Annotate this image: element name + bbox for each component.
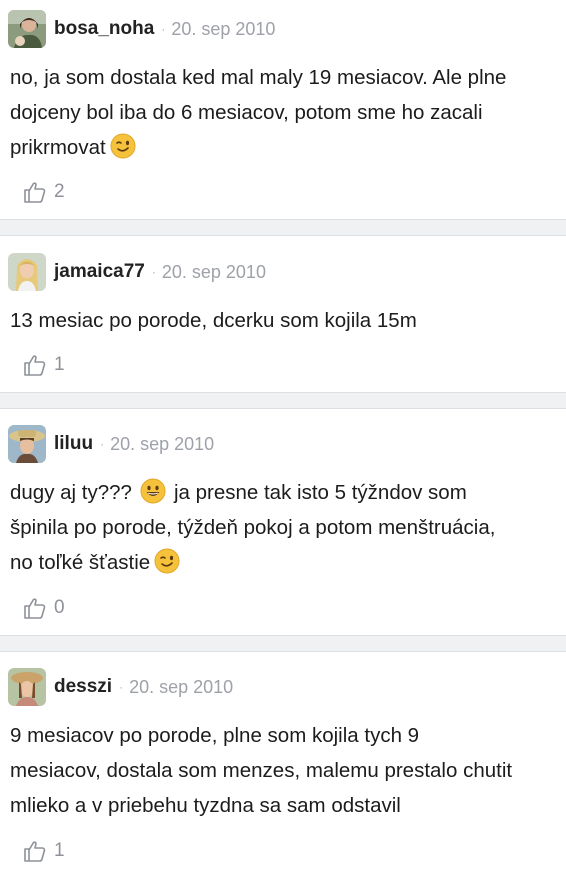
- comment-item: jamaica77 · 20. sep 2010 13 mesiac po po…: [0, 236, 566, 392]
- comment-text: 9 mesiacov po porode, plne som kojila ty…: [10, 718, 558, 823]
- comment-feed: bosa_noha · 20. sep 2010 no, ja som dost…: [0, 0, 566, 878]
- comment-text-line: no toľké šťastie: [10, 545, 558, 580]
- winking-face-icon: [154, 548, 180, 574]
- comment-text-line: dugy aj ty??? ja presne tak isto 5 týžndo…: [10, 475, 558, 510]
- comment-date: 20. sep 2010: [110, 433, 215, 454]
- comment-text: dugy aj ty??? ja presne tak isto 5 týžndo…: [10, 475, 558, 580]
- comment-text-line: 13 mesiac po porode, dcerku som kojila 1…: [10, 309, 417, 332]
- comment-divider: [0, 635, 566, 652]
- avatar[interactable]: [8, 253, 46, 291]
- comment-text-line: mlieko a v priebehu tyzdna sa sam odstav…: [10, 794, 401, 817]
- comment-divider: [0, 219, 566, 236]
- like-count: 1: [54, 840, 65, 861]
- comment-header: liluu · 20. sep 2010: [8, 425, 214, 463]
- winking-face-icon: [110, 133, 136, 159]
- comment-date: 20. sep 2010: [161, 261, 266, 282]
- comment-date: 20. sep 2010: [171, 18, 276, 39]
- like-button[interactable]: 2: [23, 180, 65, 204]
- username[interactable]: bosa_noha: [54, 18, 154, 40]
- comment-text-fragment: ja presne tak isto 5 týžndov som: [173, 481, 467, 504]
- like-button[interactable]: 1: [23, 839, 65, 863]
- like-button[interactable]: 0: [23, 596, 65, 620]
- comment-divider: [0, 392, 566, 409]
- separator-dot: ·: [161, 22, 166, 36]
- comment-text: no, ja som dostala ked mal maly 19 mesia…: [10, 60, 558, 165]
- separator-dot: ·: [100, 437, 105, 451]
- comment-item: liluu · 20. sep 2010 dugy aj ty??? ja pre…: [0, 409, 566, 635]
- like-button[interactable]: 1: [23, 353, 65, 377]
- thumbs-up-icon: [23, 839, 47, 863]
- comment-text-line: mesiacov, dostala som menzes, malemu pre…: [10, 759, 513, 782]
- avatar[interactable]: [8, 10, 46, 48]
- grinning-face-icon: [140, 478, 166, 504]
- thumbs-up-icon: [23, 596, 47, 620]
- comment-item: desszi · 20. sep 2010 9 mesiacov po poro…: [0, 652, 566, 878]
- comment-text-fragment: no toľké šťastie: [10, 551, 151, 574]
- comment-text-fragment: dugy aj ty???: [10, 481, 132, 504]
- comment-text-line: špinila po porode, týždeň pokoj a potom …: [10, 516, 496, 539]
- like-count: 2: [54, 181, 65, 202]
- avatar[interactable]: [8, 668, 46, 706]
- avatar[interactable]: [8, 425, 46, 463]
- comment-text-line: prikrmovat: [10, 130, 558, 165]
- username[interactable]: liluu: [54, 433, 93, 455]
- thumbs-up-icon: [23, 180, 47, 204]
- comment-text-line: dojceny bol iba do 6 mesiacov, potom sme…: [10, 101, 483, 124]
- comment-header: jamaica77 · 20. sep 2010: [8, 253, 266, 291]
- comment-header: bosa_noha · 20. sep 2010: [8, 10, 275, 48]
- comment-header: desszi · 20. sep 2010: [8, 668, 233, 706]
- comment-text-fragment: prikrmovat: [10, 136, 106, 159]
- thumbs-up-icon: [23, 353, 47, 377]
- username[interactable]: jamaica77: [54, 261, 145, 283]
- comment-item: bosa_noha · 20. sep 2010 no, ja som dost…: [0, 0, 566, 219]
- comment-text-line: 9 mesiacov po porode, plne som kojila ty…: [10, 724, 420, 747]
- comment-text-line: no, ja som dostala ked mal maly 19 mesia…: [10, 66, 507, 89]
- separator-dot: ·: [119, 680, 124, 694]
- comment-date: 20. sep 2010: [129, 676, 234, 697]
- like-count: 0: [54, 597, 65, 618]
- separator-dot: ·: [151, 265, 156, 279]
- username[interactable]: desszi: [54, 676, 112, 698]
- like-count: 1: [54, 354, 65, 375]
- comment-text: 13 mesiac po porode, dcerku som kojila 1…: [10, 303, 558, 338]
